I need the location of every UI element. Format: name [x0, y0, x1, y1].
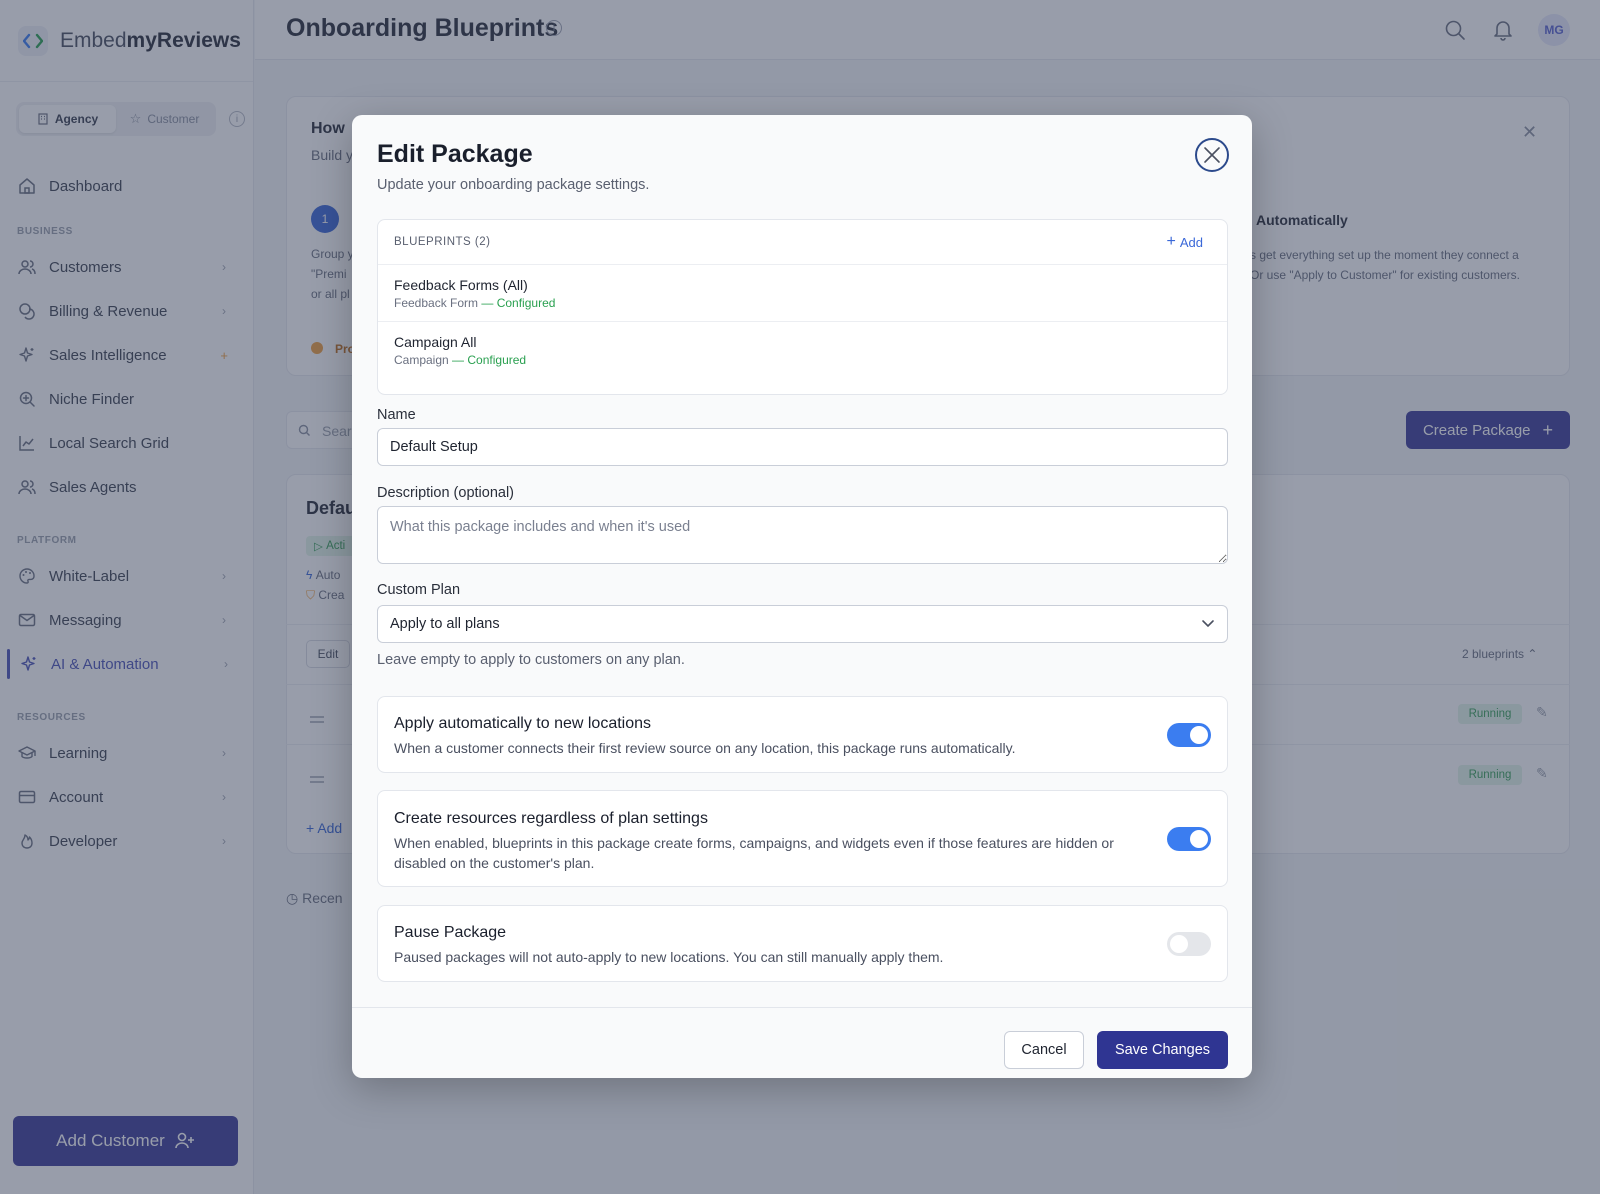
custom-plan-help: Leave empty to apply to customers on any… [377, 652, 685, 668]
blueprint-name: Campaign All [394, 334, 477, 350]
blueprints-count: BLUEPRINTS (2) [394, 236, 491, 248]
chevron-down-icon [1202, 620, 1214, 628]
dialog-subtitle: Update your onboarding package settings. [377, 177, 650, 193]
toggle-description: When a customer connects their first rev… [394, 740, 1016, 756]
blueprint-meta: Campaign — Configured [394, 353, 527, 367]
configured-status: — Configured [452, 353, 527, 367]
list-item[interactable]: Feedback Forms (All) Feedback Form — Con… [378, 265, 1227, 322]
custom-plan-select[interactable]: Apply to all plans [377, 605, 1228, 643]
close-icon [1204, 147, 1220, 163]
custom-plan-label: Custom Plan [377, 582, 461, 598]
toggle-title: Apply automatically to new locations [394, 715, 652, 732]
add-blueprint-button[interactable]: + Add [1167, 233, 1203, 251]
configured-status: — Configured [481, 296, 556, 310]
plus-icon: + [1166, 233, 1176, 250]
name-field[interactable] [377, 428, 1228, 466]
edit-package-dialog: Edit Package Update your onboarding pack… [352, 115, 1252, 1078]
blueprint-meta: Feedback Form — Configured [394, 296, 556, 310]
toggle-pause-card: Pause Package Paused packages will not a… [377, 905, 1228, 982]
cancel-button[interactable]: Cancel [1004, 1031, 1084, 1069]
auto-apply-toggle[interactable] [1167, 723, 1211, 747]
list-item[interactable]: Campaign All Campaign — Configured [378, 322, 1227, 379]
toggle-description: Paused packages will not auto-apply to n… [394, 949, 944, 965]
toggle-description: When enabled, blueprints in this package… [394, 835, 1114, 871]
description-field[interactable] [377, 506, 1228, 564]
blueprints-header: BLUEPRINTS (2) + Add [378, 220, 1227, 265]
toggle-ignore-plan-card: Create resources regardless of plan sett… [377, 790, 1228, 887]
pause-package-toggle[interactable] [1167, 932, 1211, 956]
close-button[interactable] [1195, 138, 1229, 172]
toggle-title: Create resources regardless of plan sett… [394, 810, 708, 827]
blueprint-name: Feedback Forms (All) [394, 277, 528, 293]
toggle-title: Pause Package [394, 924, 507, 941]
name-label: Name [377, 407, 416, 423]
ignore-plan-toggle[interactable] [1167, 827, 1211, 851]
dialog-title: Edit Package [377, 140, 533, 168]
description-label: Description (optional) [377, 485, 515, 501]
save-changes-button[interactable]: Save Changes [1097, 1031, 1228, 1069]
toggle-auto-apply-card: Apply automatically to new locations Whe… [377, 696, 1228, 773]
blueprints-panel: BLUEPRINTS (2) + Add Feedback Forms (All… [377, 219, 1228, 395]
